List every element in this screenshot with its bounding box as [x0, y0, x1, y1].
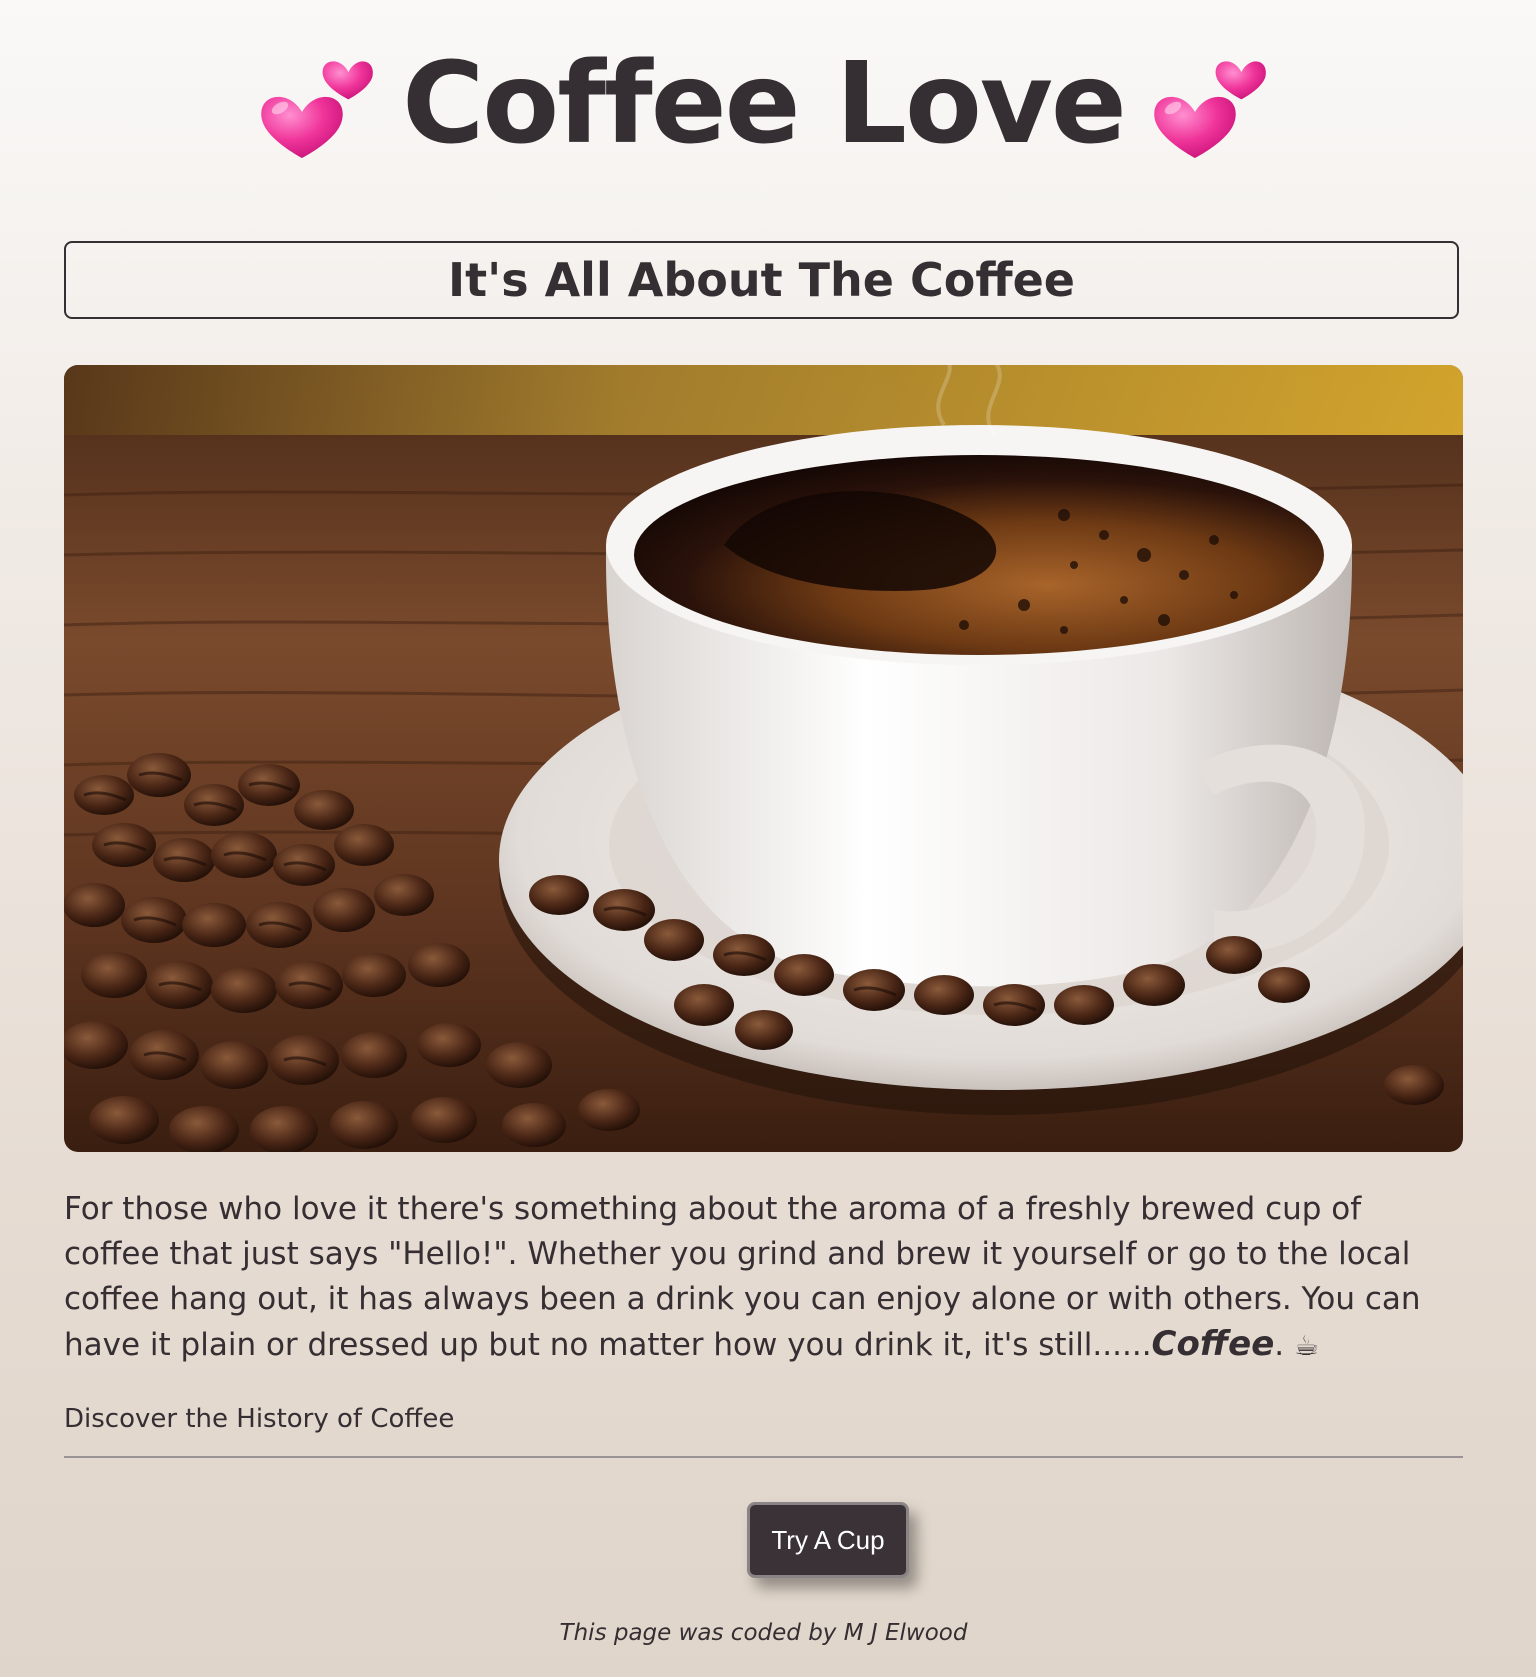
page: Coffee Love It's All About The Coffee Fo… [64, 0, 1463, 1646]
coffee-cup-icon: ☕ [1294, 1329, 1320, 1362]
intro-trailing: . [1274, 1327, 1285, 1363]
two-hearts-icon [1151, 54, 1269, 166]
divider [64, 1456, 1463, 1458]
title-row: Coffee Love [64, 0, 1463, 204]
subheading-box: It's All About The Coffee [64, 241, 1459, 319]
intro-emphasis: Coffee [1151, 1324, 1275, 1364]
intro-paragraph: For those who love it there's something … [64, 1187, 1463, 1368]
footer-credit: This page was coded by M J Elwood [559, 1620, 968, 1646]
hero-coffee-image [64, 365, 1463, 1152]
history-link[interactable]: Discover the History of Coffee [64, 1404, 454, 1434]
try-a-cup-button[interactable]: Try A Cup [747, 1502, 909, 1578]
subheading: It's All About The Coffee [448, 253, 1075, 307]
two-hearts-icon [258, 54, 376, 166]
page-title: Coffee Love [402, 39, 1127, 169]
